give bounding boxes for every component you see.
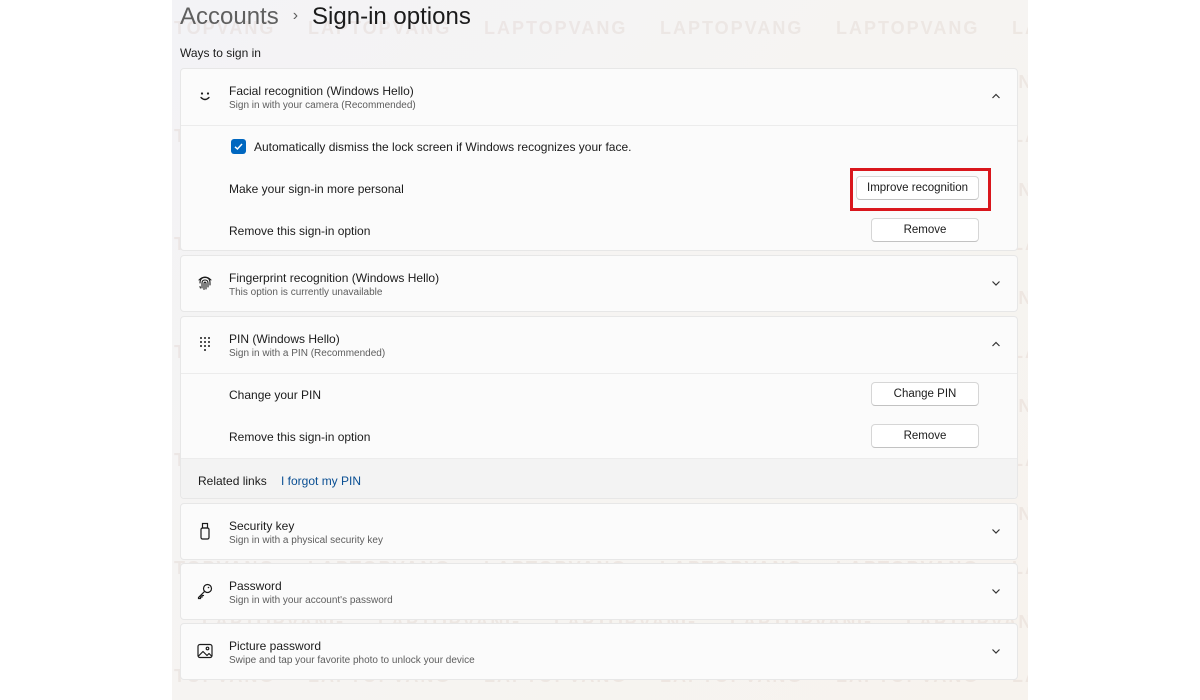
- settings-window: LAPTOPVANG LAPTOPVANG LAPTOPVANG LAPTOPVANG…: [172, 0, 1028, 700]
- improve-recognition-button[interactable]: Improve recognition: [856, 176, 979, 200]
- personalize-label: Make your sign-in more personal: [229, 182, 404, 196]
- facial-remove-label: Remove this sign-in option: [229, 224, 371, 238]
- change-pin-label: Change your PIN: [229, 388, 322, 402]
- change-pin-button[interactable]: Change PIN: [871, 382, 979, 406]
- pin-remove-button[interactable]: Remove: [871, 424, 979, 448]
- auto-dismiss-label: Automatically dismiss the lock screen if…: [254, 140, 632, 154]
- password-card[interactable]: Password Sign in with your account's pas…: [180, 563, 1018, 620]
- password-header[interactable]: Password Sign in with your account's pas…: [181, 564, 1017, 619]
- page-title: Sign-in options: [312, 3, 471, 30]
- pin-header[interactable]: PIN (Windows Hello) Sign in with a PIN (…: [181, 317, 1017, 373]
- chevron-down-icon[interactable]: [989, 276, 1003, 290]
- facial-recognition-card: Facial recognition (Windows Hello) Sign …: [180, 68, 1018, 251]
- facial-recognition-header[interactable]: Facial recognition (Windows Hello) Sign …: [181, 69, 1017, 125]
- watermark-text: LAPTOPVANG: [1012, 18, 1028, 38]
- security-key-card[interactable]: Security key Sign in with a physical sec…: [180, 503, 1018, 560]
- fingerprint-header[interactable]: Fingerprint recognition (Windows Hello) …: [181, 256, 1017, 311]
- smiley-face-icon: [195, 86, 215, 106]
- picture-password-subtitle: Swipe and tap your favorite photo to unl…: [229, 655, 475, 666]
- pin-title: PIN (Windows Hello): [229, 332, 340, 346]
- watermark-text: LAPTOPVANG: [660, 18, 804, 38]
- auto-dismiss-checkbox[interactable]: [231, 139, 246, 154]
- facial-remove-button[interactable]: Remove: [871, 218, 979, 242]
- checkmark-icon: [234, 143, 243, 151]
- watermark-text: LAPTOPVANG: [836, 18, 980, 38]
- related-links-label: Related links: [198, 474, 267, 488]
- related-links-row: Related links I forgot my PIN: [181, 458, 1017, 498]
- section-label: Ways to sign in: [180, 46, 261, 60]
- password-subtitle: Sign in with your account's password: [229, 595, 393, 606]
- chevron-up-icon[interactable]: [989, 337, 1003, 351]
- pin-card: PIN (Windows Hello) Sign in with a PIN (…: [180, 316, 1018, 499]
- fingerprint-title: Fingerprint recognition (Windows Hello): [229, 271, 440, 285]
- forgot-pin-link[interactable]: I forgot my PIN: [281, 474, 361, 488]
- chevron-down-icon[interactable]: [989, 644, 1003, 658]
- chevron-down-icon[interactable]: [989, 524, 1003, 538]
- security-key-title: Security key: [229, 519, 295, 533]
- picture-password-title: Picture password: [229, 639, 322, 653]
- facial-recognition-body: Automatically dismiss the lock screen if…: [181, 125, 1017, 250]
- chevron-down-icon[interactable]: [989, 584, 1003, 598]
- picture-icon: [195, 641, 215, 661]
- breadcrumb: Accounts › Sign-in options: [180, 0, 471, 34]
- key-icon: [195, 581, 215, 601]
- change-pin-row: Change your PIN Change PIN: [181, 374, 1017, 416]
- facial-remove-row: Remove this sign-in option Remove: [181, 210, 1017, 250]
- security-key-subtitle: Sign in with a physical security key: [229, 535, 383, 546]
- facial-recognition-subtitle: Sign in with your camera (Recommended): [229, 100, 416, 111]
- usb-key-icon: [195, 521, 215, 541]
- picture-password-card[interactable]: Picture password Swipe and tap your favo…: [180, 623, 1018, 680]
- keypad-icon: [195, 334, 215, 354]
- pin-body: Change your PIN Change PIN Remove this s…: [181, 373, 1017, 498]
- picture-password-header[interactable]: Picture password Swipe and tap your favo…: [181, 624, 1017, 679]
- security-key-header[interactable]: Security key Sign in with a physical sec…: [181, 504, 1017, 559]
- facial-recognition-title: Facial recognition (Windows Hello): [229, 84, 414, 98]
- breadcrumb-accounts[interactable]: Accounts: [180, 3, 279, 31]
- breadcrumb-separator: ›: [292, 7, 299, 24]
- pin-remove-row: Remove this sign-in option Remove: [181, 416, 1017, 458]
- pin-remove-label: Remove this sign-in option: [229, 430, 371, 444]
- fingerprint-subtitle: This option is currently unavailable: [229, 287, 383, 298]
- auto-dismiss-row: Automatically dismiss the lock screen if…: [181, 126, 1017, 168]
- fingerprint-icon: [195, 273, 215, 293]
- chevron-up-icon[interactable]: [989, 89, 1003, 103]
- fingerprint-card[interactable]: Fingerprint recognition (Windows Hello) …: [180, 255, 1018, 312]
- personalize-row: Make your sign-in more personal Improve …: [181, 168, 1017, 210]
- pin-subtitle: Sign in with a PIN (Recommended): [229, 348, 386, 359]
- watermark-text: LAPTOPVANG: [484, 18, 628, 38]
- password-title: Password: [229, 579, 282, 593]
